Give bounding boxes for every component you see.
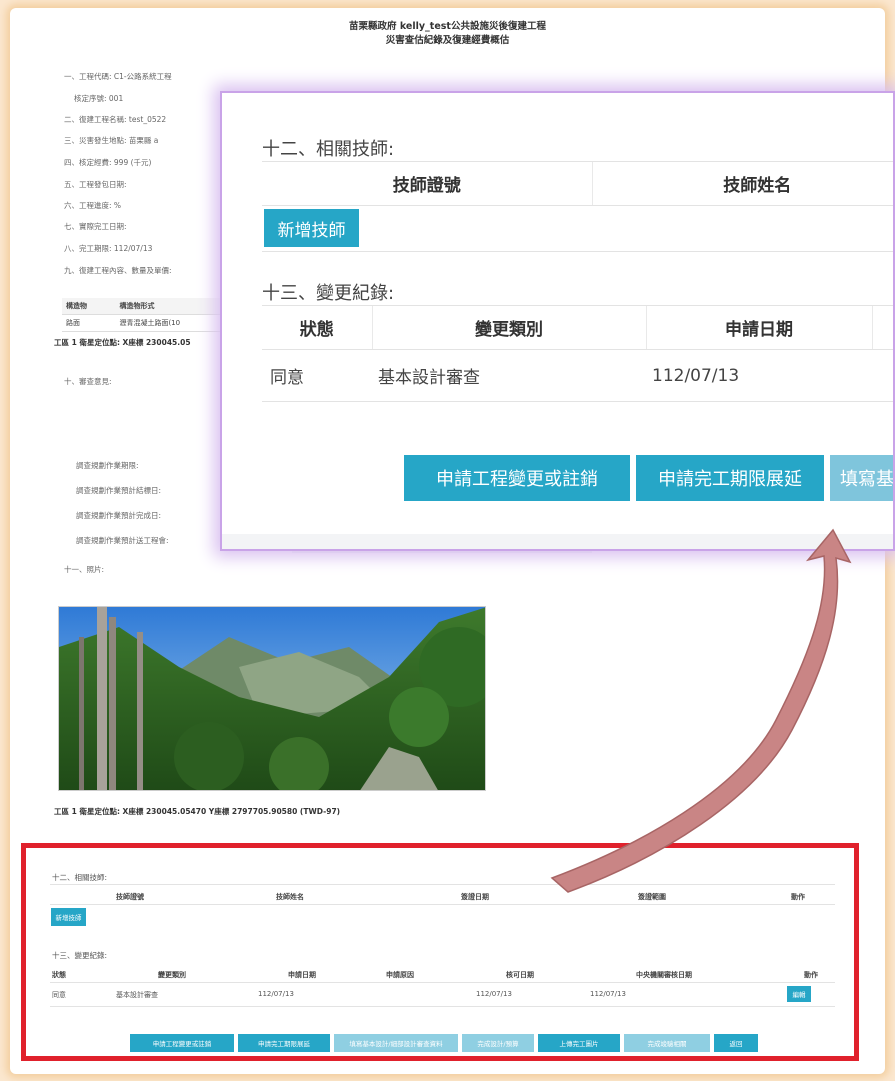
item-budget: 四、核定經費: 999 (千元)	[64, 158, 152, 167]
zoom-apply-extension-button[interactable]: 申請完工期限展延	[636, 455, 824, 501]
zoom-th-status: 狀態	[262, 305, 372, 350]
item-deadline: 八、完工期限: 112/07/13	[64, 244, 153, 253]
zoom-th-date: 申請日期	[645, 305, 872, 350]
bottom-back-button[interactable]: 返回	[714, 1034, 758, 1052]
bottom-th-reason: 申請原因	[386, 971, 414, 979]
zoom-change-table: 狀態 變更類別 申請日期 同意 基本設計審查 112/07/13	[262, 305, 893, 402]
bottom-row-status: 同意	[52, 991, 66, 999]
divider	[50, 884, 835, 885]
coord-partial: 工區 1 衛星定位點: X座標 230045.05	[54, 338, 191, 347]
bottom-apply-extension-button[interactable]: 申請完工期限展延	[238, 1034, 330, 1052]
zoom-engineers-heading: 十二、相關技師:	[262, 139, 395, 160]
item-project-name: 二、復建工程名稱: test_0522	[64, 115, 167, 124]
bottom-th-type: 變更類別	[158, 971, 186, 979]
divider	[50, 982, 835, 983]
bottom-changes-heading: 十三、變更紀錄:	[52, 951, 108, 960]
schedule-deadline: 調查規劃作業期限:	[76, 461, 139, 470]
photo-caption: 工區 1 衛星定位點: X座標 230045.05470 Y座標 2797705…	[54, 807, 341, 816]
bottom-row-approve-date: 112/07/13	[476, 990, 512, 998]
structure-table: 構造物 構造物形式 路面 瀝青混凝土路面(10	[62, 298, 242, 332]
zoom-add-engineer-button[interactable]: 新增技師	[264, 209, 359, 247]
zoom-th-cert: 技師證號	[262, 161, 592, 206]
divider	[262, 251, 893, 252]
zoom-changes-heading: 十三、變更紀錄:	[262, 283, 395, 304]
zoom-th-name: 技師姓名	[591, 161, 893, 206]
highlight-box: 十二、相關技師: 技師證號 技師姓名 簽證日期 簽證範圍 動作 新增技師 十三、…	[21, 843, 859, 1061]
review-label: 十、審查意見:	[64, 377, 112, 386]
zoom-fill-design-button[interactable]: 填寫基	[830, 455, 893, 501]
bottom-th-approve-date: 核可日期	[506, 971, 534, 979]
item-project-code: 一、工程代碼: C1-公路系統工程	[64, 72, 172, 81]
item-actual-finish: 七、實際完工日期:	[64, 222, 127, 231]
bottom-row-apply-date: 112/07/13	[258, 990, 294, 998]
item-content: 九、復建工程內容、數量及單價:	[64, 266, 172, 275]
bottom-edit-button[interactable]: 編輯	[787, 986, 811, 1002]
bottom-th-apply-date: 申請日期	[288, 971, 316, 979]
schedule-submit: 調查規劃作業預計送工程會:	[76, 536, 169, 545]
zoom-th-more	[871, 305, 893, 350]
bottom-th-scope: 簽證範圍	[638, 893, 666, 901]
bottom-upload-completion-button[interactable]: 上傳完工圖片	[538, 1034, 620, 1052]
schedule-bid: 調查規劃作業預計結標日:	[76, 486, 162, 495]
bottom-complete-inspection-button[interactable]: 完成竣驗相關	[624, 1034, 710, 1052]
bottom-th-status: 狀態	[52, 971, 66, 979]
structure-cell: 路面	[62, 314, 116, 332]
site-photo	[58, 606, 486, 791]
bottom-complete-budget-button[interactable]: 完成設計/預算	[462, 1034, 534, 1052]
bottom-row-central-date: 112/07/13	[590, 990, 626, 998]
bottom-fill-design-button[interactable]: 填寫基本設計/細部設計審查資料	[334, 1034, 458, 1052]
bottom-add-engineer-button[interactable]: 新增技師	[51, 908, 86, 926]
bottom-th-sign-date: 簽證日期	[461, 893, 489, 901]
zoom-bottom-strip	[222, 534, 893, 549]
zoom-row-status: 同意	[262, 349, 372, 402]
bottom-th-cert: 技師證號	[116, 893, 144, 901]
zoom-row-type: 基本設計審查	[372, 349, 646, 402]
mountain-forest-image	[59, 607, 485, 790]
bottom-th-action: 動作	[791, 893, 805, 901]
structure-header: 構造物	[62, 298, 116, 315]
photo-label: 十一、照片:	[64, 565, 105, 574]
item-bid-date: 五、工程發包日期:	[64, 180, 127, 189]
doc-title-line1: 苗栗縣政府 kelly_test公共設施災後復建工程	[349, 21, 546, 32]
bottom-apply-change-button[interactable]: 申請工程變更或註銷	[130, 1034, 234, 1052]
schedule-complete: 調查規劃作業預計完成日:	[76, 511, 162, 520]
bottom-row-type: 基本設計審查	[116, 991, 158, 999]
doc-title-line2: 災害查估紀錄及復建經費概估	[385, 35, 510, 46]
zoom-apply-change-button[interactable]: 申請工程變更或註銷	[404, 455, 630, 501]
item-progress: 六、工程進度: %	[64, 201, 122, 210]
zoom-engineer-table: 技師證號 技師姓名	[262, 161, 893, 206]
divider	[50, 1006, 835, 1007]
bottom-th-central-date: 中央機關審核日期	[636, 971, 692, 979]
zoom-th-type: 變更類別	[371, 305, 646, 350]
divider	[50, 904, 835, 905]
bottom-engineers-heading: 十二、相關技師:	[52, 873, 108, 882]
item-location: 三、災害發生地點: 苗栗縣 a	[64, 136, 159, 145]
zoom-row-date: 112/07/13	[646, 349, 872, 402]
zoom-callout: 十二、相關技師: 技師證號 技師姓名 新增技師 十三、變更紀錄: 狀態 變更類別…	[220, 91, 895, 551]
bottom-th-name: 技師姓名	[276, 893, 304, 901]
item-approval-no: 核定序號: 001	[74, 94, 124, 103]
zoom-row-more	[872, 349, 893, 402]
bottom-th-actions: 動作	[804, 971, 818, 979]
